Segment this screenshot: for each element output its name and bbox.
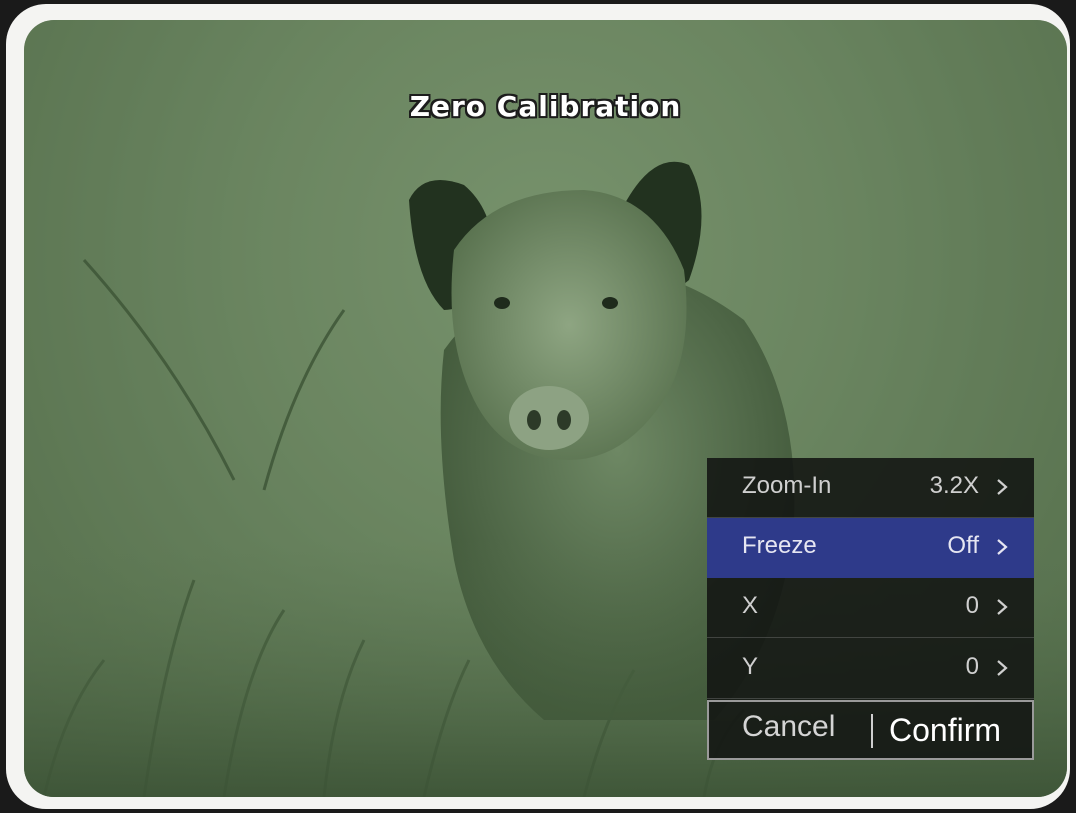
confirm-button[interactable]: Confirm [889, 712, 1001, 749]
menu-row-y[interactable]: Y 0 [707, 639, 1034, 699]
cancel-button[interactable]: Cancel [742, 710, 835, 744]
menu-row-label: Zoom-In [742, 472, 832, 499]
chevron-right-icon [997, 660, 1008, 676]
menu-row-label: X [742, 592, 759, 619]
menu-row-freeze[interactable]: Freeze Off [707, 518, 1034, 578]
chevron-right-icon [997, 599, 1008, 615]
menu-row-label: Freeze [742, 532, 817, 559]
menu-footer: Cancel Confirm [707, 700, 1034, 760]
chevron-right-icon [997, 479, 1008, 495]
calibration-menu: Zoom-In 3.2X Freeze Off X 0 Y 0 Cancel C… [707, 458, 1034, 760]
menu-row-value: 3.2X [929, 472, 979, 499]
footer-divider [871, 714, 873, 748]
chevron-right-icon [997, 539, 1008, 555]
menu-row-label: Y [742, 653, 759, 680]
menu-row-x[interactable]: X 0 [707, 578, 1034, 638]
screen-title: Zero Calibration [409, 90, 682, 123]
menu-row-value: 0 [965, 653, 979, 680]
menu-row-value: Off [947, 532, 979, 559]
menu-row-zoom-in[interactable]: Zoom-In 3.2X [707, 458, 1034, 518]
menu-row-value: 0 [965, 592, 979, 619]
